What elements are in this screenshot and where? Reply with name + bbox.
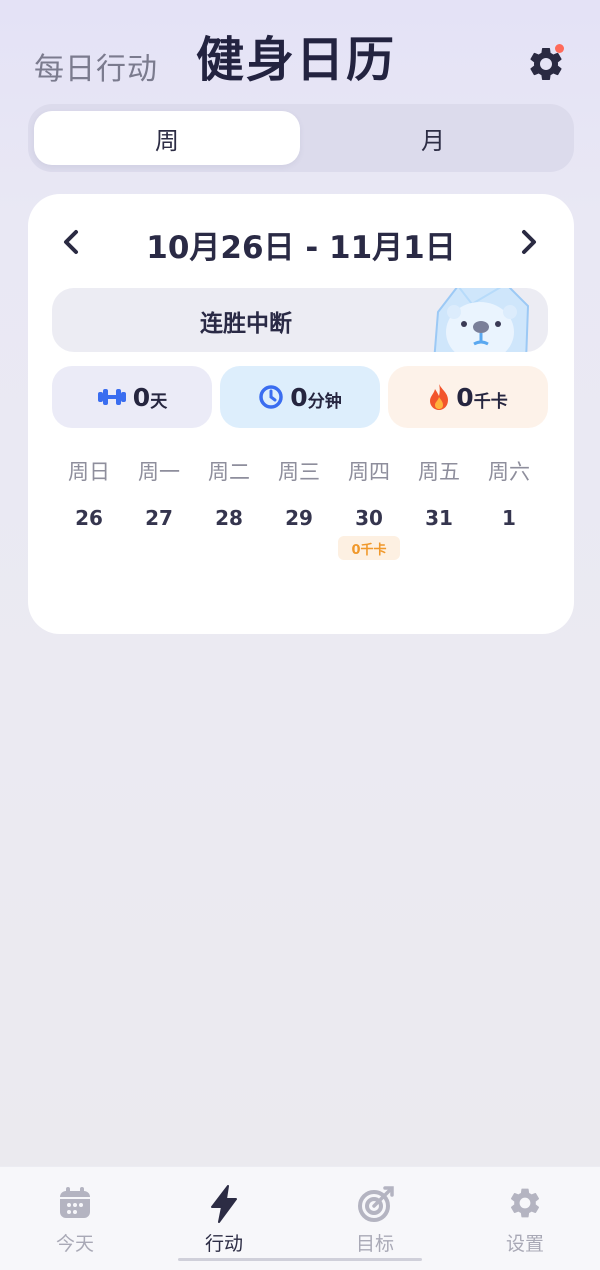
bottom-tab-bar: 今天 行动 目标 设置: [0, 1166, 600, 1270]
weekday-label: 周五: [418, 460, 460, 484]
tab-week[interactable]: 周: [34, 111, 300, 165]
clock-icon: [259, 385, 284, 409]
view-segmented-control: 周 月: [28, 104, 574, 172]
weekday-label: 周二: [208, 460, 250, 484]
flame-icon: [430, 384, 449, 410]
stat-days: 0 天: [52, 366, 212, 428]
day-cell[interactable]: 28: [194, 506, 264, 530]
day-cell[interactable]: 27: [124, 506, 194, 530]
day-cell[interactable]: 29: [264, 506, 334, 530]
week-dates-row: 26 27 28 29 30 31 1: [54, 506, 544, 530]
page-subtitle: 每日行动: [34, 52, 158, 87]
day-cell[interactable]: 26: [54, 506, 124, 530]
tab-settings[interactable]: 设置: [475, 1185, 575, 1255]
tab-label: 设置: [505, 1233, 544, 1255]
weekday-label: 周三: [278, 460, 320, 484]
weekday-label: 周六: [488, 460, 530, 484]
tab-goals[interactable]: 目标: [325, 1185, 425, 1255]
day-cell[interactable]: 1: [474, 506, 544, 530]
week-calendar-card: 10月26日 - 11月1日 连胜中断 0 天 0 分钟 0 千卡 周日 周一 …: [28, 194, 574, 634]
streak-banner: 连胜中断: [52, 288, 548, 352]
kcal-value: 0: [456, 382, 474, 412]
weekday-header: 周日 周一 周二 周三 周四 周五 周六: [54, 456, 544, 486]
dumbbell-icon: [97, 389, 126, 405]
page-title: 健身日历: [196, 32, 397, 88]
stat-minutes: 0 分钟: [220, 366, 380, 428]
chevron-right-icon: [522, 230, 536, 254]
lightning-icon: [211, 1185, 237, 1223]
minutes-unit: 分钟: [307, 391, 342, 412]
date-range-label: 10月26日 - 11月1日: [146, 230, 456, 266]
home-indicator: [178, 1258, 422, 1261]
day-cell[interactable]: 31: [404, 506, 474, 530]
kcal-unit: 千卡: [473, 391, 508, 412]
tab-label: 今天: [55, 1233, 94, 1255]
tab-month[interactable]: 月: [300, 111, 566, 165]
tab-today[interactable]: 今天: [25, 1185, 125, 1255]
calendar-icon: [60, 1187, 90, 1218]
days-unit: 天: [150, 391, 168, 412]
tab-label: 行动: [204, 1233, 243, 1255]
days-value: 0: [132, 382, 151, 412]
header: 每日行动 健身日历: [0, 0, 600, 100]
gear-icon: [510, 1188, 540, 1218]
target-icon: [358, 1186, 394, 1222]
ice-bear-mascot-icon: [433, 288, 530, 352]
next-week-button[interactable]: [514, 224, 542, 260]
minutes-value: 0: [290, 382, 308, 412]
weekday-label: 周一: [138, 460, 180, 484]
weekday-label: 周四: [348, 460, 390, 484]
streak-status: 连胜中断: [200, 311, 292, 337]
tab-label: 目标: [355, 1233, 394, 1255]
day-cell[interactable]: 30: [334, 506, 404, 530]
settings-button[interactable]: [526, 44, 566, 84]
weekday-label: 周日: [68, 460, 110, 484]
stat-kcal: 0 千卡: [388, 366, 548, 428]
tab-action[interactable]: 行动: [174, 1185, 274, 1255]
notification-dot: [555, 44, 564, 53]
day-kcal-badge: 0千卡: [338, 536, 400, 560]
